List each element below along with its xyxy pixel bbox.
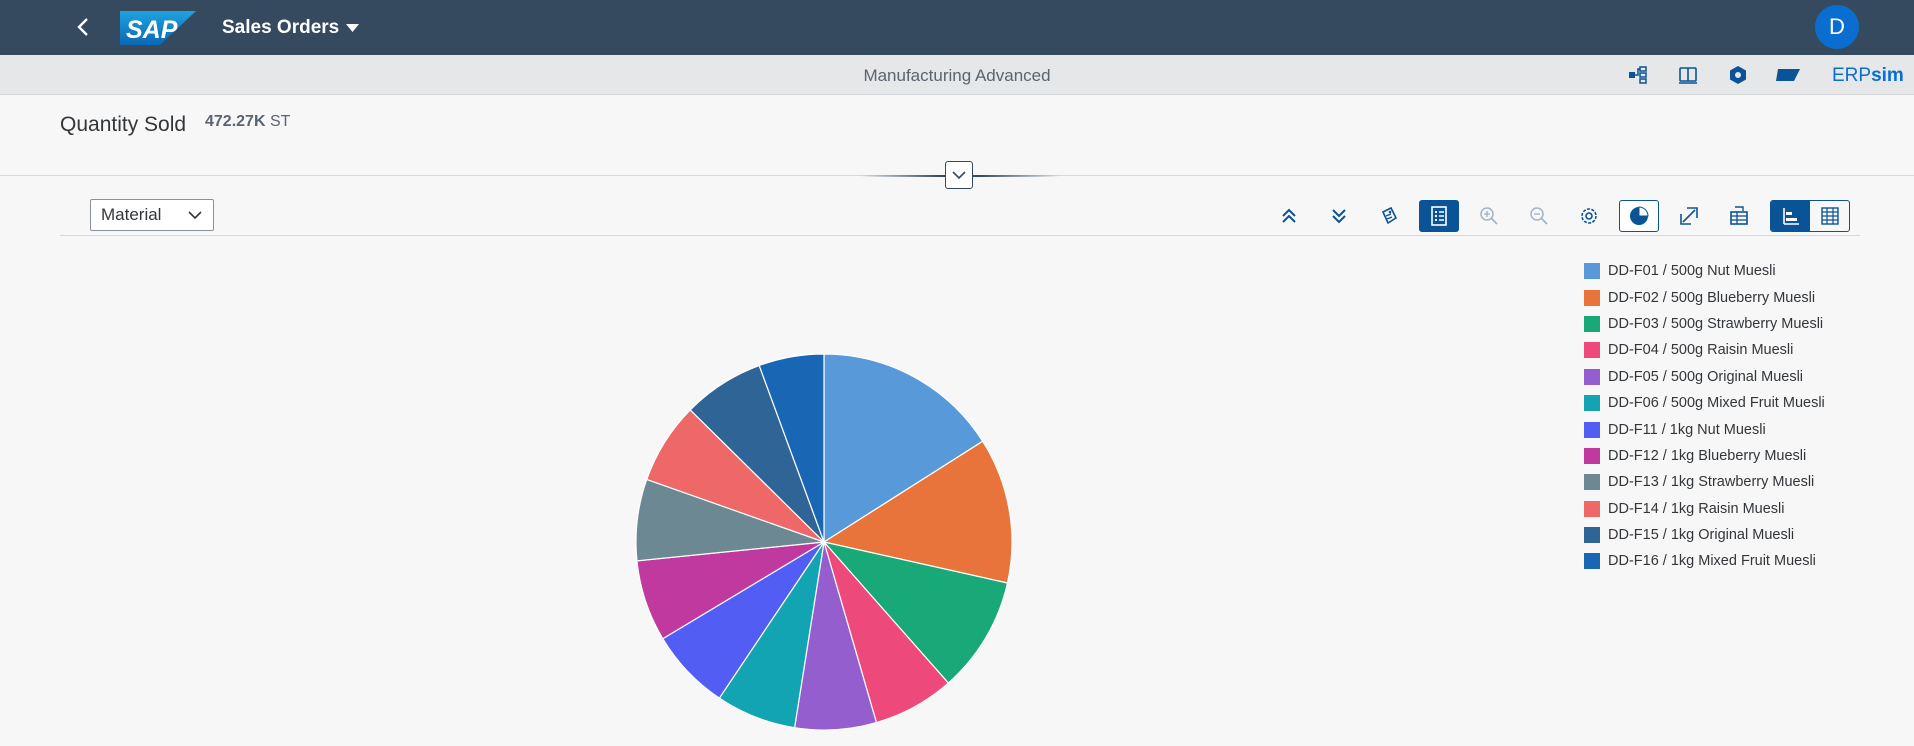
legend-label: DD-F16 / 1kg Mixed Fruit Muesli bbox=[1608, 553, 1816, 570]
table-export-icon bbox=[1730, 206, 1748, 225]
legend-swatch bbox=[1584, 553, 1600, 570]
legend-swatch bbox=[1584, 527, 1600, 544]
legend-swatch bbox=[1584, 500, 1600, 517]
app-title-menu[interactable]: Sales Orders bbox=[222, 17, 360, 39]
legend-label: DD-F04 / 500g Raisin Muesli bbox=[1608, 342, 1794, 359]
legend-swatch bbox=[1584, 289, 1600, 306]
chevron-down-icon bbox=[952, 171, 966, 180]
chart-view-button[interactable] bbox=[1771, 201, 1810, 231]
flag-icon bbox=[1776, 69, 1800, 81]
legend-label: DD-F13 / 1kg Strawberry Muesli bbox=[1608, 474, 1815, 491]
chart-legend: DD-F01 / 500g Nut Muesli DD-F02 / 500g Bl… bbox=[1584, 258, 1825, 575]
fullscreen-button[interactable] bbox=[1669, 200, 1709, 232]
legend-item[interactable]: DD-F11 / 1kg Nut Muesli bbox=[1584, 416, 1825, 442]
zoom-out-icon bbox=[1530, 207, 1548, 225]
view-switcher bbox=[1770, 200, 1850, 232]
kpi-title: Quantity Sold bbox=[60, 113, 187, 136]
legend-swatch bbox=[1584, 368, 1600, 385]
dimension-select[interactable]: Material bbox=[90, 199, 214, 231]
legend-item[interactable]: DD-F12 / 1kg Blueberry Muesli bbox=[1584, 443, 1825, 469]
hexagon-cube-icon bbox=[1730, 66, 1746, 84]
book-icon bbox=[1679, 67, 1697, 84]
erpsim-brand[interactable]: ERPsim bbox=[1832, 65, 1904, 87]
legend-swatch bbox=[1584, 474, 1600, 491]
sap-logo-text: SAP bbox=[126, 16, 178, 44]
collapse-header-button[interactable] bbox=[945, 161, 973, 189]
legend-item[interactable]: DD-F15 / 1kg Original Muesli bbox=[1584, 522, 1825, 548]
legend-label: DD-F02 / 500g Blueberry Muesli bbox=[1608, 289, 1816, 306]
sub-header-bar: Manufacturing Advanced ERPsim bbox=[0, 55, 1914, 95]
legend-label: DD-F12 / 1kg Blueberry Muesli bbox=[1608, 447, 1807, 464]
legend-swatch bbox=[1584, 421, 1600, 438]
expand-up-icon bbox=[1282, 208, 1296, 223]
zoom-out-button[interactable] bbox=[1519, 200, 1559, 232]
book-button[interactable] bbox=[1675, 63, 1701, 87]
shell-bar: SAP Sales Orders D bbox=[0, 0, 1914, 55]
kpi-unit: ST bbox=[269, 113, 291, 130]
kpi-value: 472.27K ST bbox=[205, 113, 290, 131]
legend-item[interactable]: DD-F14 / 1kg Raisin Muesli bbox=[1584, 496, 1825, 522]
zoom-in-button[interactable] bbox=[1469, 200, 1509, 232]
legend-item[interactable]: DD-F13 / 1kg Strawberry Muesli bbox=[1584, 469, 1825, 495]
settings-icon bbox=[1581, 208, 1597, 224]
back-button[interactable] bbox=[70, 14, 96, 40]
chart-settings-button[interactable] bbox=[1569, 200, 1609, 232]
user-avatar[interactable]: D bbox=[1815, 5, 1859, 49]
legend-label: DD-F14 / 1kg Raisin Muesli bbox=[1608, 500, 1785, 517]
erpsim-suffix: sim bbox=[1871, 65, 1904, 86]
legend-label: DD-F03 / 500g Strawberry Muesli bbox=[1608, 315, 1824, 332]
fullscreen-icon bbox=[1680, 207, 1698, 225]
flag-button[interactable] bbox=[1775, 63, 1801, 87]
legend-label: DD-F05 / 500g Original Muesli bbox=[1608, 368, 1804, 385]
legend-swatch bbox=[1584, 263, 1600, 280]
bar-chart-icon bbox=[1782, 208, 1799, 225]
legend-label: DD-F06 / 500g Mixed Fruit Muesli bbox=[1608, 395, 1825, 412]
hierarchy-button[interactable] bbox=[1625, 63, 1651, 87]
app-title: Sales Orders bbox=[222, 17, 340, 38]
table-view-button[interactable] bbox=[1810, 201, 1849, 231]
tag-icon bbox=[1381, 206, 1398, 225]
sap-logo[interactable]: SAP bbox=[120, 11, 196, 50]
kpi-header: Quantity Sold 472.27K ST bbox=[0, 95, 1914, 189]
zoom-in-icon bbox=[1480, 207, 1498, 225]
legend-item[interactable]: DD-F05 / 500g Original Muesli bbox=[1584, 364, 1825, 390]
legend-label: DD-F15 / 1kg Original Muesli bbox=[1608, 527, 1795, 544]
legend-label: DD-F11 / 1kg Nut Muesli bbox=[1608, 421, 1766, 438]
grid-table-icon bbox=[1820, 207, 1839, 225]
legend-swatch bbox=[1584, 315, 1600, 332]
chevron-down-icon bbox=[188, 211, 202, 220]
hierarchy-icon bbox=[1629, 66, 1647, 84]
details-icon bbox=[1431, 206, 1447, 226]
cube-button[interactable] bbox=[1725, 63, 1751, 87]
drill-down-icon bbox=[1332, 209, 1346, 224]
expand-all-button[interactable] bbox=[1269, 200, 1309, 232]
kpi-value-number: 472.27K bbox=[205, 113, 266, 130]
chart-type-button[interactable] bbox=[1619, 200, 1659, 232]
legend-item[interactable]: DD-F16 / 1kg Mixed Fruit Muesli bbox=[1584, 548, 1825, 574]
toolbar-divider bbox=[60, 235, 1860, 236]
legend-item[interactable]: DD-F06 / 500g Mixed Fruit Muesli bbox=[1584, 390, 1825, 416]
legend-item[interactable]: DD-F01 / 500g Nut Muesli bbox=[1584, 258, 1825, 284]
legend-item[interactable]: DD-F03 / 500g Strawberry Muesli bbox=[1584, 311, 1825, 337]
legend-item[interactable]: DD-F02 / 500g Blueberry Muesli bbox=[1584, 284, 1825, 310]
legend-swatch bbox=[1584, 395, 1600, 412]
legend-toggle-button[interactable] bbox=[1419, 200, 1459, 232]
data-label-button[interactable] bbox=[1369, 200, 1409, 232]
dimension-select-value: Material bbox=[101, 205, 162, 224]
legend-label: DD-F01 / 500g Nut Muesli bbox=[1608, 263, 1776, 280]
legend-swatch bbox=[1584, 447, 1600, 464]
quantity-pie-chart bbox=[635, 353, 1013, 731]
back-arrow-icon bbox=[77, 18, 88, 36]
drill-down-button[interactable] bbox=[1319, 200, 1359, 232]
erpsim-prefix: ERP bbox=[1832, 65, 1872, 86]
legend-item[interactable]: DD-F04 / 500g Raisin Muesli bbox=[1584, 337, 1825, 363]
legend-swatch bbox=[1584, 342, 1600, 359]
caret-down-icon bbox=[346, 23, 360, 32]
pie-chart-icon bbox=[1630, 206, 1649, 225]
export-table-button[interactable] bbox=[1719, 200, 1759, 232]
